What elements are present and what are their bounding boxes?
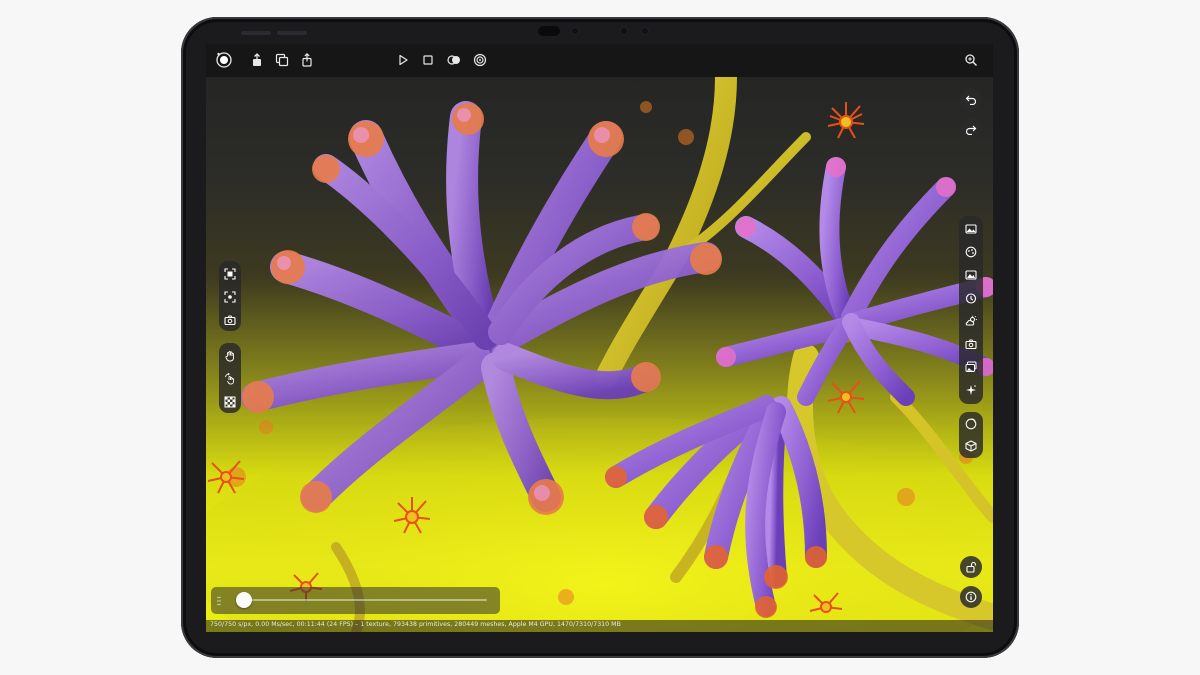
duplicate-icon[interactable] [274,52,290,68]
render-status-icon[interactable] [215,51,233,69]
cube-icon [965,440,977,452]
zoom-icon[interactable] [963,52,979,68]
undo-icon [965,95,977,105]
status-bar: 750/750 s/px, 0.00 Ms/sec, 00:11:44 (24 … [206,620,993,632]
redo-button[interactable] [960,118,982,140]
landscape-tool-button[interactable] [962,266,980,284]
toggle-view-icon[interactable] [446,52,462,68]
sensor-icon [621,28,627,34]
rotate-hand-button[interactable] [221,370,239,388]
camera-tool-button[interactable] [962,335,980,353]
volume-button [241,31,271,35]
info-button[interactable] [960,586,982,608]
photo-stack-tool-button[interactable] [962,358,980,376]
info-icon [965,591,977,603]
redo-icon [965,125,977,135]
hand-pan-icon [225,351,234,362]
sphere-button[interactable] [962,415,980,433]
frame-select-button[interactable] [221,265,239,283]
top-toolbar [206,44,993,77]
timeline-track[interactable] [244,599,487,601]
cube-button[interactable] [962,437,980,455]
hand-pan-button[interactable] [221,347,239,365]
landscape-icon [965,270,977,280]
lock-icon [966,561,977,573]
timer-tool-button[interactable] [962,289,980,307]
sun-cloud-icon [965,315,977,326]
focus-icon [224,291,236,303]
image-tool-button[interactable] [962,220,980,238]
stop-icon[interactable] [420,52,436,68]
sensor-icon [642,28,648,34]
lock-button[interactable] [960,556,982,578]
photo-stack-icon [965,361,977,372]
volume-button [277,31,307,35]
share-icon[interactable] [299,52,315,68]
sphere-icon [965,418,977,430]
effects-tool-button[interactable] [962,381,980,399]
render-viewport[interactable] [206,77,993,632]
frame-select-icon [224,268,236,280]
export-icon[interactable] [249,52,265,68]
rotate-hand-icon [225,373,234,385]
play-icon[interactable] [395,52,411,68]
drag-handle-icon[interactable] [217,596,221,606]
timer-icon [965,293,977,304]
image-icon [965,224,977,234]
viewport-camera-button[interactable] [221,311,239,329]
front-camera-housing [538,26,560,36]
front-camera-icon [572,28,578,34]
undo-button[interactable] [960,88,982,110]
camera-icon [965,339,977,350]
timeline-thumb[interactable] [236,592,252,608]
target-icon[interactable] [472,52,488,68]
sparkle-icon [966,385,976,395]
lighting-tool-button[interactable] [962,312,980,330]
focus-button[interactable] [221,288,239,306]
palette-tool-button[interactable] [962,243,980,261]
checker-icon [224,396,236,408]
rendered-flower-scene [206,77,993,632]
camera-icon [224,315,236,326]
palette-icon [965,246,977,258]
render-stats-text: 750/750 s/px, 0.00 Ms/sec, 00:11:44 (24 … [210,621,621,628]
checker-button[interactable] [221,393,239,411]
